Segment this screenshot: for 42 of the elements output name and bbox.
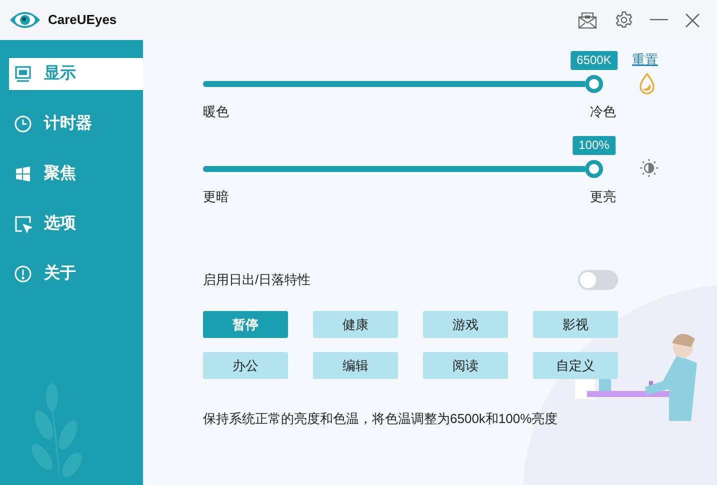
- slider-max-label: 冷色: [590, 103, 616, 121]
- info-icon: [14, 265, 32, 283]
- cursor-icon: [14, 215, 32, 233]
- sidebar-label: 计时器: [44, 114, 92, 134]
- preset-button[interactable]: 游戏: [423, 311, 508, 338]
- sidebar-label: 选项: [44, 214, 76, 234]
- drop-icon: [639, 73, 655, 95]
- windows-icon: [14, 165, 32, 183]
- sidebar-item[interactable]: 关于: [9, 258, 143, 290]
- sidebar-item[interactable]: 计时器: [9, 108, 143, 140]
- sunrise-toggle[interactable]: [578, 270, 618, 290]
- slider-thumb[interactable]: [585, 160, 603, 178]
- sidebar-label: 聚焦: [44, 164, 76, 184]
- sidebar-label: 显示: [44, 64, 76, 84]
- close-icon[interactable]: [684, 12, 700, 28]
- preset-button[interactable]: 健康: [313, 311, 398, 338]
- preset-button[interactable]: 暂停: [203, 311, 288, 338]
- brightness-icon: [639, 158, 659, 178]
- preset-button[interactable]: 影视: [533, 311, 618, 338]
- preset-button[interactable]: 阅读: [423, 352, 508, 379]
- reset-link[interactable]: 重置: [632, 50, 658, 70]
- slider-min-label: 更暗: [203, 188, 229, 206]
- value-tooltip: 100%: [572, 136, 616, 155]
- feedback-icon[interactable]: [577, 10, 597, 30]
- sidebar-item[interactable]: 显示: [9, 58, 143, 90]
- sidebar-item[interactable]: 聚焦: [9, 158, 143, 190]
- preset-button[interactable]: 自定义: [533, 352, 618, 379]
- sidebar-label: 关于: [44, 263, 76, 284]
- slider-max-label: 更亮: [590, 188, 616, 206]
- clock-icon: [14, 115, 32, 133]
- sidebar-item[interactable]: 选项: [9, 208, 143, 240]
- settings-icon[interactable]: [614, 10, 634, 30]
- value-tooltip: 6500K: [570, 51, 618, 70]
- eye-logo-icon: [9, 10, 41, 30]
- monitor-icon: [14, 65, 32, 83]
- sunrise-label: 启用日出/日落特性: [203, 271, 312, 290]
- preset-button[interactable]: 编辑: [313, 352, 398, 379]
- preset-button[interactable]: 办公: [203, 352, 288, 379]
- description-text: 保持系统正常的亮度和色温，将色温调整为6500k和100%亮度: [203, 410, 559, 428]
- app-title: CareUEyes: [48, 11, 117, 30]
- slider-thumb[interactable]: [585, 75, 603, 93]
- slider-min-label: 暖色: [203, 103, 229, 121]
